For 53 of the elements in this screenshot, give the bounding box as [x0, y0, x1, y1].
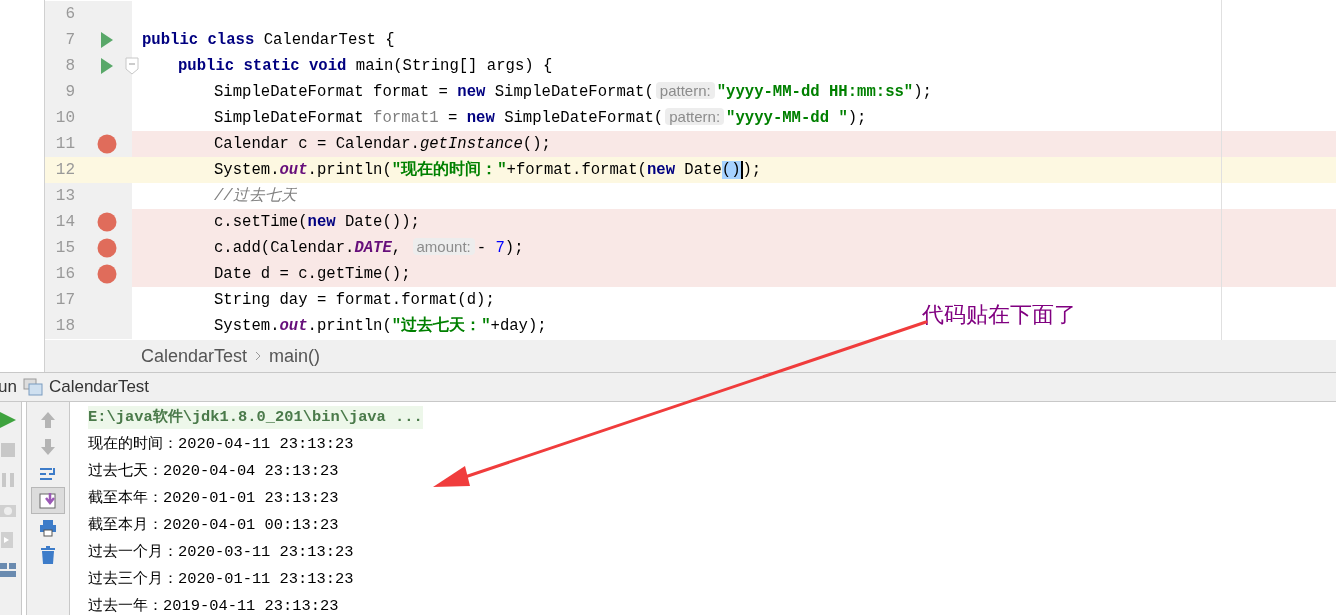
breakpoint-icon[interactable]	[97, 212, 117, 232]
chevron-icon	[255, 351, 262, 361]
line-number: 14	[54, 212, 75, 233]
line-number: 16	[54, 264, 75, 285]
code-line: SimpleDateFormat format1 = new SimpleDateFormat( pattern: "yyyy-MM-dd ");	[214, 108, 867, 128]
code-line: public class CalendarTest {	[142, 30, 395, 50]
run-command: E:\java软件\jdk1.8.0_201\bin\java ...	[88, 405, 423, 430]
breakpoint-icon[interactable]	[97, 134, 117, 154]
breadcrumb-item[interactable]: main()	[269, 342, 321, 370]
scroll-tool[interactable]	[31, 487, 65, 514]
line-number: 9	[64, 82, 75, 103]
code-line: String day = format.format(d);	[214, 290, 495, 310]
console-output-line: 过去一个月：2020-03-11 23:13:23	[88, 541, 354, 563]
run-icon[interactable]	[0, 410, 18, 430]
code-line: c.add(Calendar.DATE, amount: - 7);	[214, 238, 524, 258]
code-line: Date d = c.getTime();	[214, 264, 411, 284]
console-output-line: 过去一年：2019-04-11 23:13:23	[88, 595, 339, 615]
line-number: 6	[64, 4, 75, 25]
code-line: c.setTime(new Date());	[214, 212, 420, 232]
line-number: 18	[54, 316, 75, 337]
run-config-title[interactable]: CalendarTest	[48, 374, 150, 400]
line-number: 8	[64, 56, 75, 77]
console-output-line: 过去三个月：2020-01-11 23:13:23	[88, 568, 354, 590]
line-number: 13	[54, 186, 75, 207]
fold-icon[interactable]	[125, 57, 139, 75]
breakpoint-icon[interactable]	[97, 264, 117, 284]
line-number: 7	[64, 30, 75, 51]
code-line: System.out.println("过去七天："+day);	[214, 316, 547, 336]
print-icon	[38, 517, 58, 538]
layout-icon[interactable]	[0, 560, 18, 580]
line-number: 10	[54, 108, 75, 129]
breakpoint-icon[interactable]	[97, 238, 117, 258]
code-line: System.out.println("现在的时间："+format.format(new Date());	[214, 160, 762, 180]
code-line: Calendar c = Calendar.getInstance();	[214, 134, 551, 154]
breadcrumb-item[interactable]: CalendarTest	[141, 342, 248, 370]
scroll-icon	[38, 490, 58, 511]
console-output-line: 现在的时间：2020-04-11 23:13:23	[88, 433, 354, 455]
line-number: 15	[54, 238, 75, 259]
window-icon	[22, 378, 43, 396]
line-number: 11	[54, 134, 75, 155]
down-icon	[38, 436, 58, 457]
console-output-line: 截至本月：2020-04-01 00:13:23	[88, 514, 339, 536]
run-icon[interactable]	[100, 31, 114, 49]
run-icon[interactable]	[100, 57, 114, 75]
code-line: //过去七天	[214, 186, 297, 206]
console-output-line: 截至本年：2020-01-01 23:13:23	[88, 487, 339, 509]
trash-icon	[38, 544, 58, 565]
line-number: 12	[54, 160, 75, 181]
console-output-line: 过去七天：2020-04-04 23:13:23	[88, 460, 339, 482]
code-line: SimpleDateFormat format = new SimpleDateFormat( pattern: "yyyy-MM-dd HH:mm:ss");	[214, 82, 932, 102]
code-line: public static void main(String[] args) {	[178, 56, 553, 76]
annotation-text: 代码贴在下面了	[922, 301, 1076, 329]
line-number: 17	[54, 290, 75, 311]
